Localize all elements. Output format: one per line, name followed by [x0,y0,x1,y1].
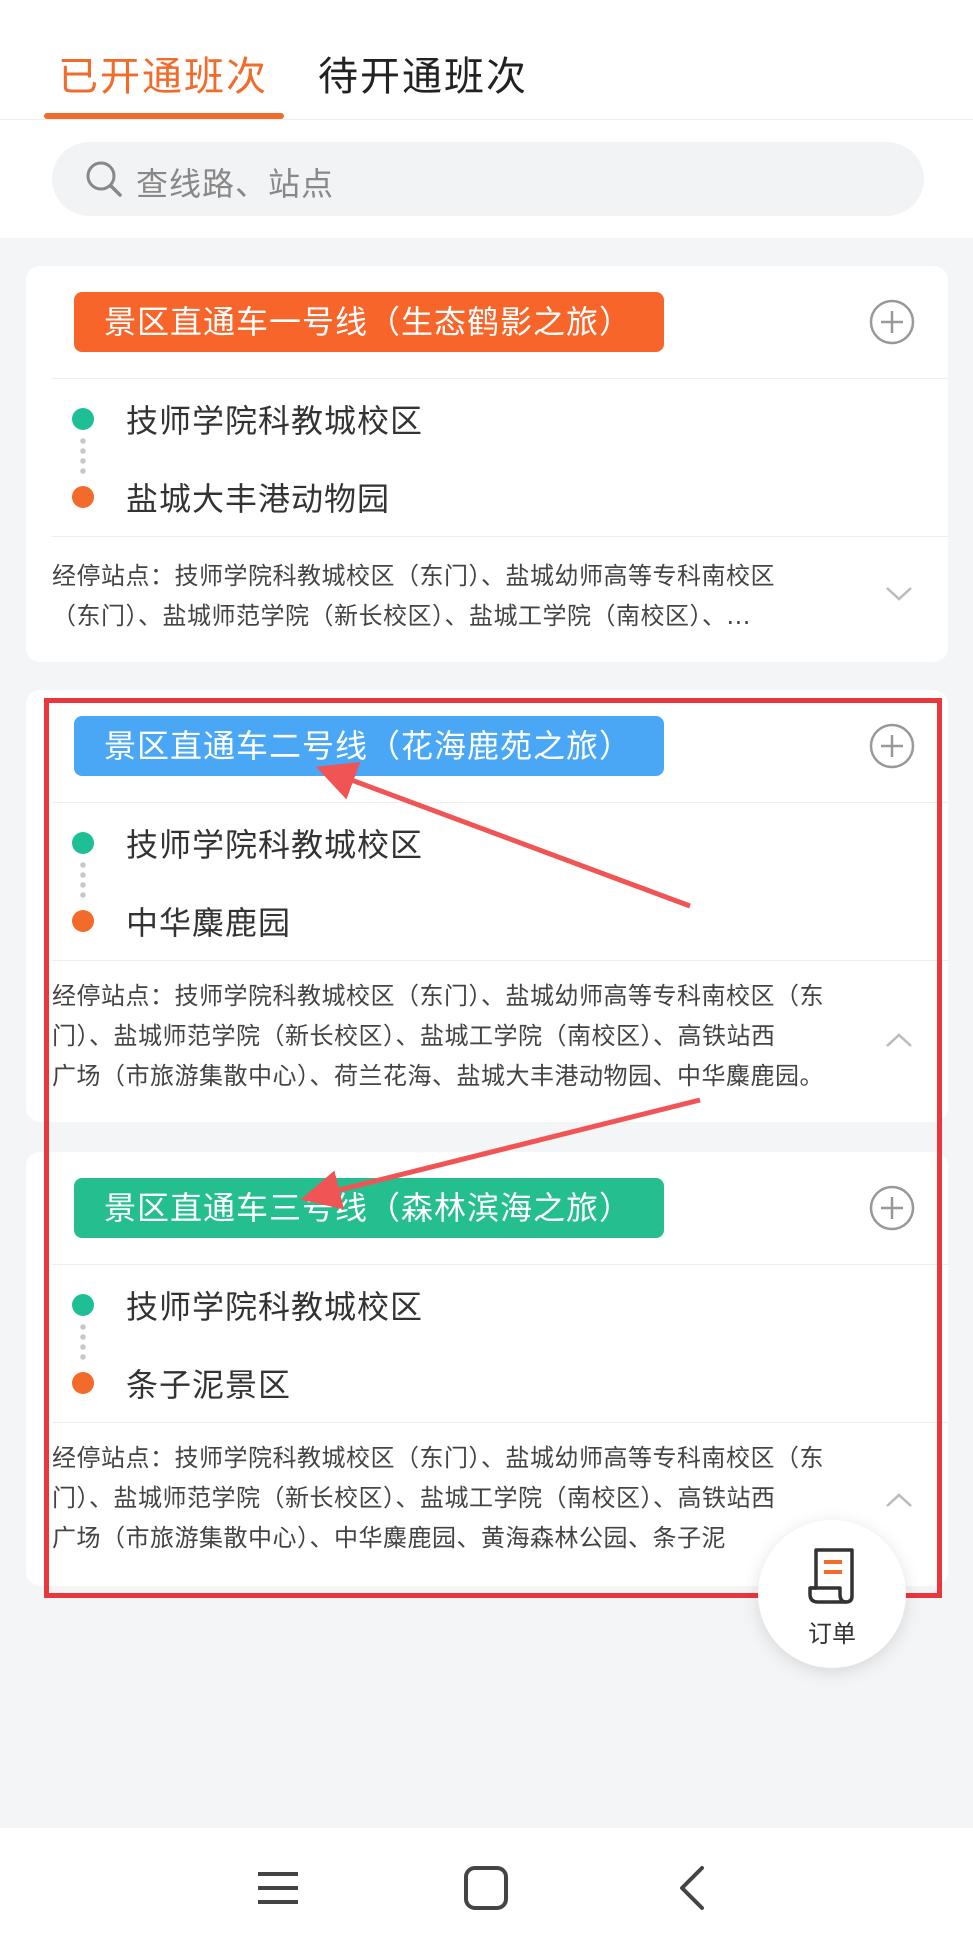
chevron-down-icon[interactable] [884,584,914,604]
plus-circle-icon[interactable] [868,722,916,770]
search-icon [86,161,122,197]
destination-stop: 中华麋鹿园 [126,904,292,942]
plus-circle-icon[interactable] [868,1184,916,1232]
route-name-tag: 景区直通车一号线（生态鹤影之旅） [74,292,664,352]
search-input[interactable]: 查线路、站点 [52,142,924,216]
tab-bar: 已开通班次 待开通班次 [0,0,973,120]
divider [52,536,948,537]
home-square-icon[interactable] [460,1862,512,1914]
origin-stop: 技师学院科教城校区 [126,1288,424,1326]
route-name-tag: 景区直通车三号线（森林滨海之旅） [74,1178,664,1238]
route-connector [80,1322,86,1362]
order-button[interactable]: 订单 [758,1520,906,1668]
destination-stop: 盐城大丰港动物园 [126,480,391,518]
origin-stop: 技师学院科教城校区 [126,402,424,440]
origin-stop: 技师学院科教城校区 [126,826,424,864]
destination-stop: 条子泥景区 [126,1366,292,1404]
tab-pending[interactable]: 待开通班次 [318,44,528,102]
active-tab-indicator [44,113,284,119]
route-connector [80,860,86,900]
origin-dot [72,1294,94,1316]
search-bar-container: 查线路、站点 [0,120,973,238]
divider [52,1264,948,1265]
chevron-up-icon[interactable] [884,1490,914,1510]
back-icon[interactable] [666,1862,718,1914]
divider [52,802,948,803]
route-connector [80,436,86,476]
tab-opened[interactable]: 已开通班次 [58,44,268,102]
route-card-2[interactable]: 景区直通车二号线（花海鹿苑之旅） 技师学院科教城校区 中华麋鹿园 经停站点：技师… [26,690,948,1122]
origin-dot [72,408,94,430]
divider [52,1422,948,1423]
plus-circle-icon[interactable] [868,298,916,346]
route-card-3[interactable]: 景区直通车三号线（森林滨海之旅） 技师学院科教城校区 条子泥景区 经停站点：技师… [26,1152,948,1586]
menu-icon[interactable] [252,1862,304,1914]
route-card-1[interactable]: 景区直通车一号线（生态鹤影之旅） 技师学院科教城校区 盐城大丰港动物园 经停站点… [26,266,948,662]
order-receipt-icon [808,1548,854,1604]
destination-dot [72,486,94,508]
via-stops: 经停站点：技师学院科教城校区（东门）、盐城幼师高等专科南校区（东 门）、盐城师范… [52,982,824,1090]
destination-dot [72,910,94,932]
order-label: 订单 [808,1620,856,1648]
divider [52,960,948,961]
via-stops: 经停站点：技师学院科教城校区（东门）、盐城幼师高等专科南校区 （东门）、盐城师范… [52,562,775,630]
system-nav-bar [0,1828,973,1948]
via-stops: 经停站点：技师学院科教城校区（东门）、盐城幼师高等专科南校区（东 门）、盐城师范… [52,1444,824,1552]
destination-dot [72,1372,94,1394]
search-placeholder: 查线路、站点 [136,165,335,203]
divider [52,378,948,379]
chevron-up-icon[interactable] [884,1030,914,1050]
origin-dot [72,832,94,854]
route-name-tag: 景区直通车二号线（花海鹿苑之旅） [74,716,664,776]
